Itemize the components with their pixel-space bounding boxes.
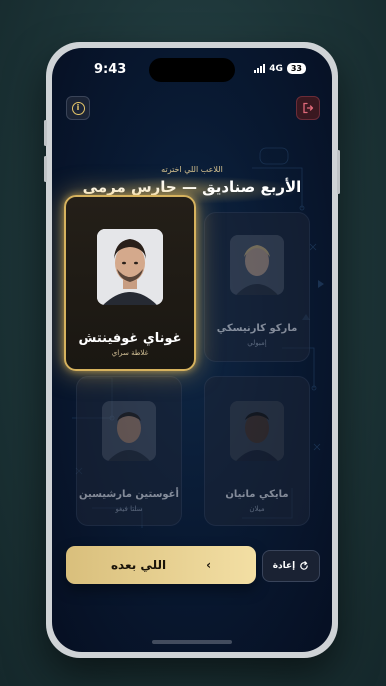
player-name: غوناي غوفينتش (78, 331, 182, 346)
page-subtitle: اللاعب اللي اخترته (161, 165, 223, 174)
volume-down-button (44, 156, 47, 182)
player-card-maignan[interactable]: مايكي مانيان ميلان (204, 376, 310, 526)
player-name: ماركو كارنيسكي (216, 323, 298, 334)
chevron-left-icon: ‹ (206, 558, 212, 572)
exit-icon (303, 102, 314, 114)
reset-button[interactable]: إعادة (262, 550, 320, 582)
page-title: الأربع صناديق — حارس مرمى (82, 178, 302, 196)
info-icon: i (71, 101, 85, 115)
player-name: أغوستين مارشيسين (79, 489, 179, 500)
home-indicator[interactable] (152, 640, 232, 644)
battery-icon: 33 (286, 63, 306, 74)
next-button[interactable]: اللي بعده ‹ (66, 546, 256, 584)
reset-button-label: إعادة (272, 561, 296, 571)
player-card-carnesecchi[interactable]: ماركو كارنيسكي إمبولي (204, 212, 310, 362)
signal-icon (254, 64, 266, 73)
volume-up-button (44, 120, 47, 146)
refresh-icon (300, 561, 309, 570)
next-button-label: اللي بعده (110, 558, 167, 572)
player-photo (102, 401, 156, 461)
status-bar: 9:43 4G 33 (52, 48, 332, 92)
player-photo (230, 401, 284, 461)
dynamic-island (149, 58, 235, 82)
status-time: 9:43 (94, 62, 127, 77)
info-button[interactable]: i (66, 96, 90, 120)
power-button (337, 150, 340, 194)
exit-button[interactable] (296, 96, 320, 120)
player-photo (97, 229, 163, 305)
network-type: 4G (269, 63, 283, 74)
player-name: مايكي مانيان (225, 489, 289, 500)
player-club: غلاطة سراي (111, 349, 149, 357)
player-club: ميلان (249, 505, 265, 513)
player-photo (230, 235, 284, 295)
app-screen: 9:43 4G 33 i اللاعب اللي اخترته الأربع ص… (52, 48, 332, 652)
player-club: سلتا فيغو (115, 505, 143, 513)
player-card-marchesin[interactable]: أغوستين مارشيسين سلتا فيغو (76, 376, 182, 526)
status-indicators: 4G 33 (254, 63, 306, 74)
player-club: إمبولي (247, 339, 267, 347)
player-card-selected[interactable]: غوناي غوفينتش غلاطة سراي (64, 195, 196, 371)
